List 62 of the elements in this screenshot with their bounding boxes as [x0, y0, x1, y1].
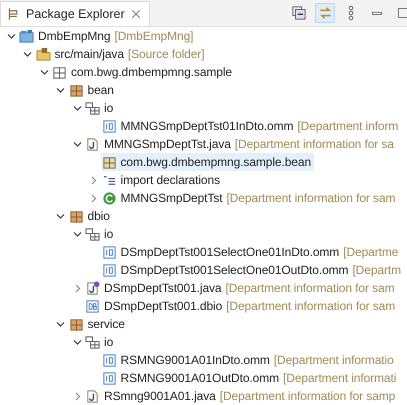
- chevron-down-icon[interactable]: [72, 338, 82, 346]
- tree-item[interactable]: MMNGSmpDeptTst.java [Department information for sa: [84, 135, 397, 153]
- package-icon: [85, 100, 100, 116]
- link-arrows-icon: [318, 6, 332, 20]
- package-icon: [102, 154, 116, 170]
- tree-item[interactable]: bean: [68, 81, 117, 99]
- java-file-icon: [85, 136, 100, 152]
- chevron-down-icon[interactable]: [40, 68, 48, 76]
- tree-item[interactable]: com.bwg.dmbempmng.sample.bean: [100, 153, 314, 171]
- package-icon: [52, 64, 67, 80]
- chevron-down-icon[interactable]: [72, 140, 82, 148]
- package-explorer-tab[interactable]: Package Explorer: [0, 1, 150, 26]
- file-icon: [102, 262, 116, 278]
- package-explorer-icon: [7, 7, 20, 21]
- package-icon: [85, 226, 100, 242]
- package-icon: [68, 208, 84, 224]
- java-file-icon: [85, 388, 100, 404]
- chevron-right-icon[interactable]: [72, 392, 82, 400]
- close-icon: [130, 9, 141, 19]
- tree-item[interactable]: io: [84, 333, 116, 351]
- tree-item[interactable]: import declarations: [100, 171, 223, 189]
- chevron-down-icon[interactable]: [56, 320, 65, 328]
- chevron-down-icon[interactable]: [56, 212, 65, 220]
- tree-item[interactable]: io: [84, 99, 116, 117]
- project-icon: [19, 28, 34, 44]
- package-icon: [68, 82, 84, 98]
- chevron-down-icon[interactable]: [56, 86, 65, 94]
- file-icon: [85, 298, 100, 314]
- java-file-icon: [85, 280, 100, 296]
- tree-item[interactable]: dbio: [68, 207, 113, 225]
- tree-item[interactable]: MMNGSmpDeptTst01InDto.omm [Department inform: [100, 117, 402, 135]
- tree-item[interactable]: RSMNG9001A01InDto.omm [Department informatio: [100, 351, 397, 369]
- collapse-all-icon: [292, 6, 306, 20]
- view-menu-icon: [348, 5, 354, 21]
- folder-icon: [36, 46, 50, 62]
- tree-item[interactable]: DSmpDeptTst001SelectOne01InDto.omm [Departme: [100, 243, 402, 261]
- package-icon: [85, 334, 100, 350]
- tree-item[interactable]: DSmpDeptTst001SelectOne01OutDto.omm [Departm: [100, 261, 404, 279]
- chevron-down-icon[interactable]: [72, 230, 82, 238]
- chevron-down-icon[interactable]: [23, 50, 32, 58]
- chevron-right-icon[interactable]: [89, 176, 98, 184]
- tree-item[interactable]: io: [84, 225, 116, 243]
- maximize-icon: [397, 7, 407, 19]
- file-icon: [102, 370, 116, 386]
- tree-item[interactable]: com.bwg.dmbempmng.sample: [51, 63, 236, 81]
- class-icon: [102, 190, 116, 206]
- tree-item[interactable]: DSmpDeptTst001.java [Department information for sam: [84, 279, 398, 297]
- tree-item[interactable]: MMNGSmpDeptTst [Department information for sam: [100, 189, 398, 207]
- chevron-right-icon[interactable]: [89, 194, 98, 202]
- chevron-down-icon[interactable]: [6, 32, 16, 40]
- tree-item[interactable]: service: [68, 315, 128, 333]
- file-icon: [102, 244, 116, 260]
- chevron-right-icon[interactable]: [72, 284, 82, 292]
- tree-item[interactable]: RSMNG9001A01OutDto.omm [Department informati: [100, 369, 400, 387]
- package-icon: [68, 316, 84, 332]
- file-icon: [102, 118, 116, 134]
- tree-item[interactable]: DSmpDeptTst001.dbio [Department information for sam: [84, 297, 398, 315]
- tree-item[interactable]: DmbEmpMng [DmbEmpMng]: [18, 27, 196, 45]
- tree-item[interactable]: src/main/java [Source folder]: [34, 45, 208, 63]
- file-icon: [102, 352, 116, 368]
- tree-item[interactable]: RSmng9001A01.java [Department information for samp: [84, 387, 398, 405]
- chevron-down-icon[interactable]: [72, 104, 82, 112]
